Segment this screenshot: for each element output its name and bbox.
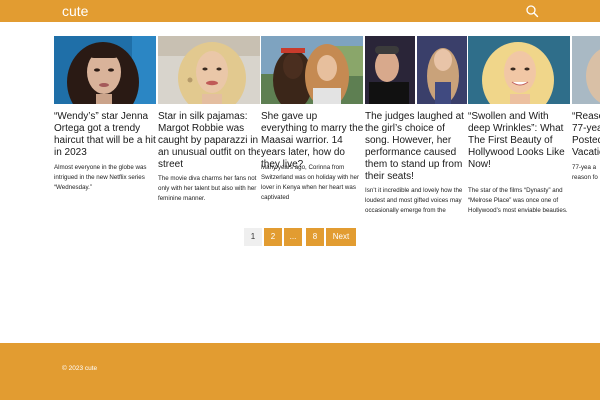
next-page-button[interactable]: Next [326, 228, 356, 246]
article-title[interactable]: Star in silk pajamas: Margot Robbie was … [158, 111, 260, 171]
article-thumbnail[interactable] [572, 36, 600, 104]
article-card[interactable]: Star in silk pajamas: Margot Robbie was … [158, 36, 260, 226]
article-excerpt: Many years ago, Corinna from Switzerland… [261, 164, 360, 201]
article-grid: “Wendy’s” star Jenna Ortega got a trendy… [54, 36, 600, 226]
site-footer: © 2023 cute [0, 343, 600, 400]
pagination: 1 2 ... 8 Next [0, 228, 600, 246]
article-excerpt: Almost everyone in the globe was intrigu… [54, 164, 147, 191]
article-thumbnail[interactable] [365, 36, 467, 104]
site-logo[interactable]: cute [62, 3, 88, 19]
copyright-text: © 2023 cute [62, 365, 98, 372]
article-excerpt: Isn’t it incredible and lovely how the l… [365, 187, 463, 214]
page-current: 1 [244, 228, 262, 246]
page-link-8[interactable]: 8 [306, 228, 324, 246]
search-button[interactable] [525, 4, 539, 18]
page-ellipsis: ... [284, 228, 302, 246]
article-excerpt: The movie diva charms her fans not only … [158, 175, 257, 202]
article-title[interactable]: She gave up everything to marry the Maas… [261, 111, 363, 171]
article-excerpt: The star of the films “Dynasty” and “Mel… [468, 187, 568, 214]
article-thumbnail[interactable] [54, 36, 156, 104]
article-title[interactable]: “Swollen and With deep Wrinkles”: What T… [468, 111, 570, 171]
article-thumbnail[interactable] [468, 36, 570, 104]
site-header: cute [0, 0, 600, 22]
article-title[interactable]: The judges laughed at the girl’s choice … [365, 111, 467, 183]
article-title[interactable]: “Wendy’s” star Jenna Ortega got a trendy… [54, 111, 156, 159]
article-card[interactable]: “Wendy’s” star Jenna Ortega got a trendy… [54, 36, 156, 226]
page-link-2[interactable]: 2 [264, 228, 282, 246]
article-card[interactable]: “Reaso 77-yea Posted Vacatic 77-yea a re… [572, 36, 600, 226]
search-icon [526, 5, 539, 18]
article-card[interactable]: “Swollen and With deep Wrinkles”: What T… [468, 36, 570, 226]
article-card[interactable]: She gave up everything to marry the Maas… [261, 36, 363, 226]
article-thumbnail[interactable] [261, 36, 363, 104]
article-title[interactable]: “Reaso 77-yea Posted Vacatic [572, 111, 600, 159]
article-card[interactable]: The judges laughed at the girl’s choice … [365, 36, 467, 226]
article-excerpt: 77-yea a reason fo [572, 164, 598, 181]
article-thumbnail[interactable] [158, 36, 260, 104]
